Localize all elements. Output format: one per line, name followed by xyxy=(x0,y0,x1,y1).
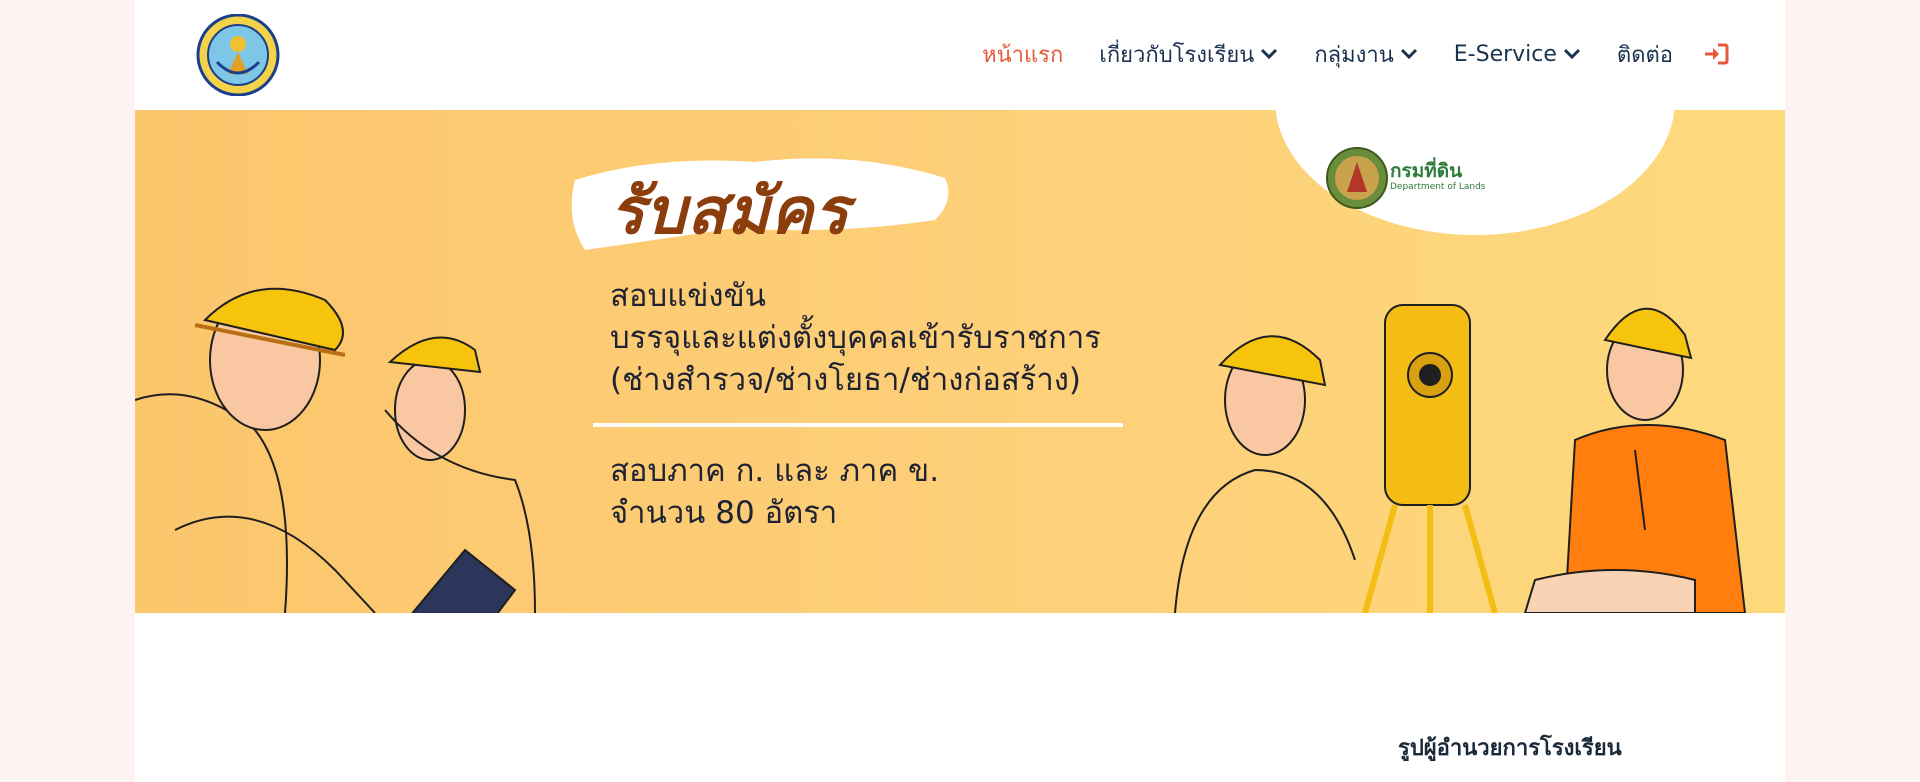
banner-line-3: (ช่างสำรวจ/ช่างโยธา/ช่างก่อสร้าง) xyxy=(610,362,1082,398)
right-workers-illustration xyxy=(1174,304,1747,613)
banner-divider xyxy=(593,423,1123,427)
nav-workgroups[interactable]: กลุ่มงาน xyxy=(1314,37,1417,72)
page-container: หน้าแรก เกี่ยวกับโรงเรียน กลุ่มงาน E-Ser… xyxy=(135,0,1785,782)
left-workers-illustration xyxy=(135,287,536,613)
hero-banner[interactable]: รับสมัคร สอบแข่งขัน บรรจุและแต่งตั้งบุคค… xyxy=(135,110,1785,613)
nav-eservice[interactable]: E-Service xyxy=(1454,42,1581,67)
section-title: รูปผู้อำนวยการโรงเรียน xyxy=(1398,736,1622,761)
school-seal-icon[interactable] xyxy=(195,14,281,96)
banner-detail-2: จำนวน 80 อัตรา xyxy=(610,495,838,531)
nav-eservice-label: E-Service xyxy=(1453,41,1557,67)
nav-contact[interactable]: ติดต่อ xyxy=(1617,37,1673,72)
banner-headline: รับสมัคร xyxy=(610,175,850,249)
nav-home[interactable]: หน้าแรก xyxy=(982,37,1063,72)
chevron-down-icon xyxy=(1400,48,1417,60)
navbar: หน้าแรก เกี่ยวกับโรงเรียน กลุ่มงาน E-Ser… xyxy=(135,0,1785,110)
sign-in-icon[interactable] xyxy=(1703,42,1729,66)
nav-about[interactable]: เกี่ยวกับโรงเรียน xyxy=(1099,37,1278,72)
department-of-lands-seal-icon xyxy=(1326,147,1388,209)
main-nav: หน้าแรก เกี่ยวกับโรงเรียน กลุ่มงาน E-Ser… xyxy=(946,34,1729,74)
nav-workgroups-label: กลุ่มงาน xyxy=(1314,42,1394,68)
nav-home-label: หน้าแรก xyxy=(982,42,1064,68)
chevron-down-icon xyxy=(1563,48,1580,60)
nav-about-label: เกี่ยวกับโรงเรียน xyxy=(1099,42,1255,68)
nav-contact-label: ติดต่อ xyxy=(1616,42,1673,68)
chevron-down-icon xyxy=(1261,48,1278,60)
department-subtitle: Department of Lands xyxy=(1390,182,1486,192)
